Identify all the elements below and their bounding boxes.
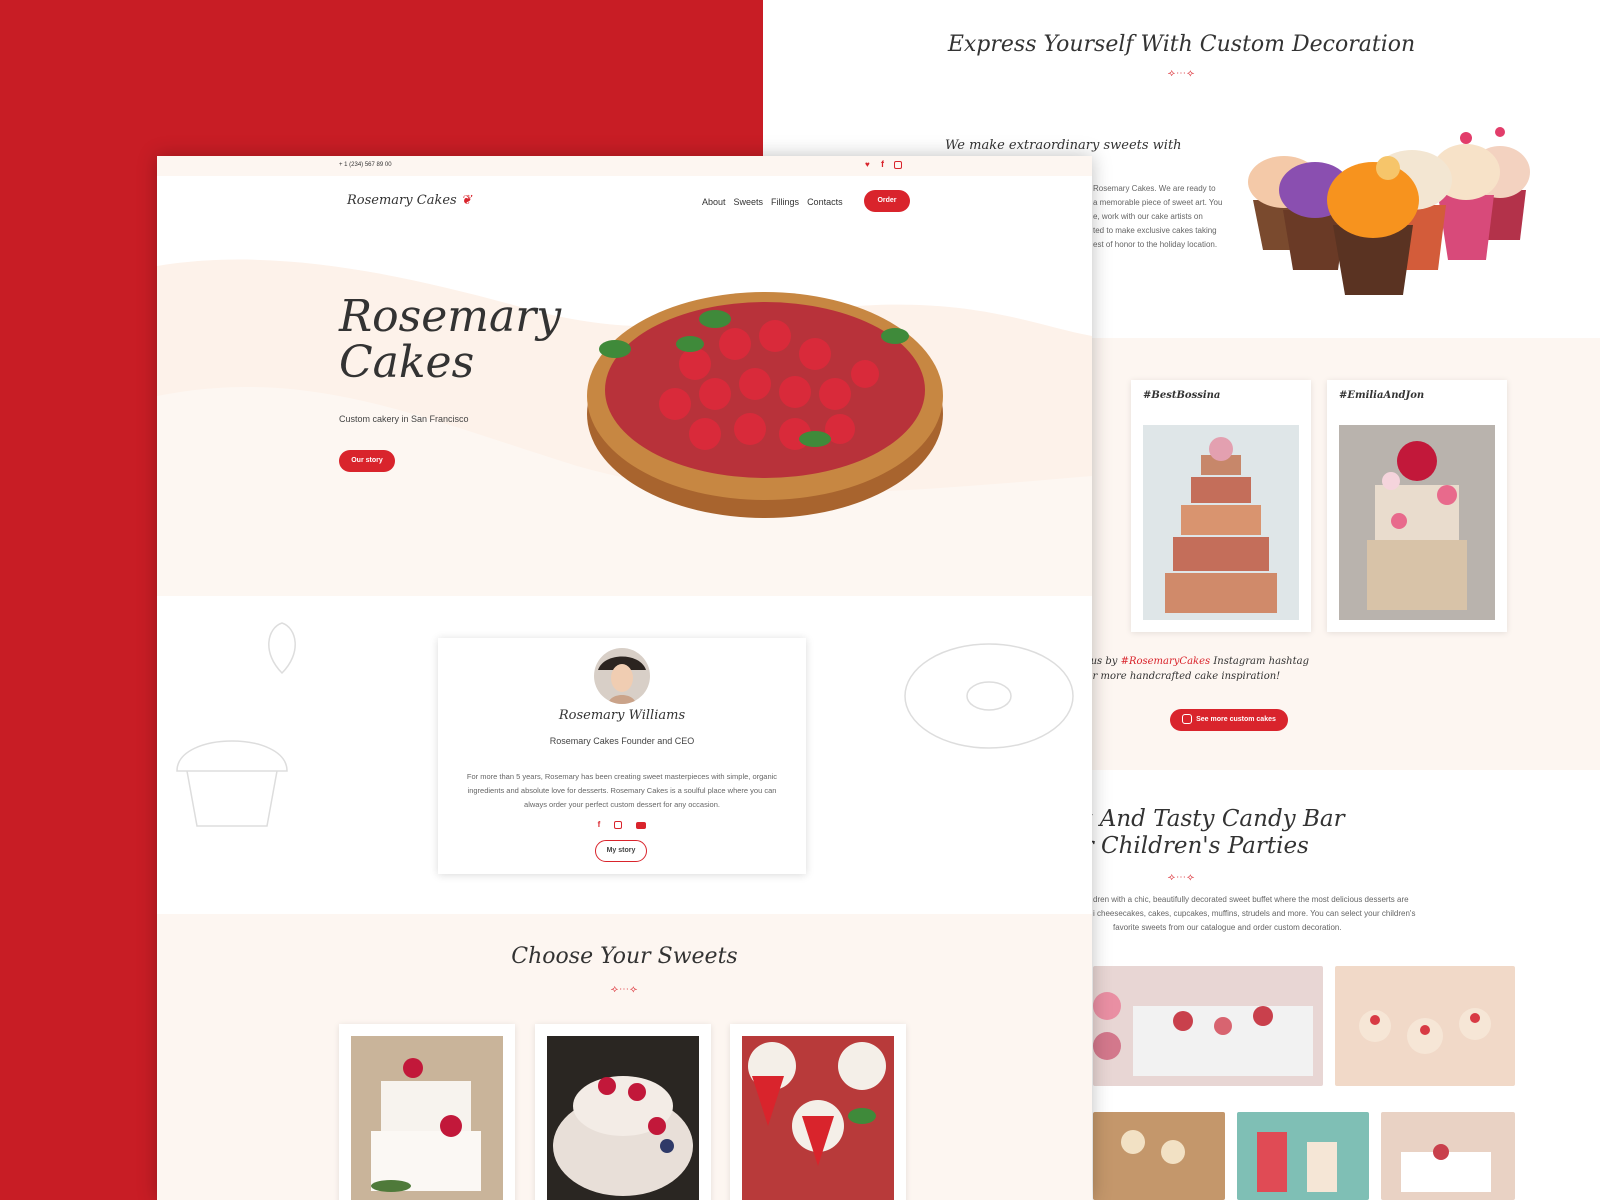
navbar: Rosemary Cakes ❦ About Sweets Fillings C…: [157, 176, 1092, 246]
menu-item-fillings[interactable]: Fillings: [771, 197, 799, 207]
hero-section: Rosemary Cakes Custom cakery in San Fran…: [157, 246, 1092, 596]
founder-social-links: f: [438, 820, 806, 829]
berry-cake-photo: [547, 1036, 699, 1200]
founder-role: Rosemary Cakes Founder and CEO: [549, 736, 695, 746]
instagram-tag: #EmiliaAndJon: [1339, 390, 1425, 401]
instagram-tag: #BestBossina: [1143, 390, 1221, 401]
hero-subtitle: Custom cakery in San Francisco: [339, 414, 469, 424]
decoration-subtitle: We make extraordinary sweets with: [945, 138, 1182, 153]
instagram-icon[interactable]: [894, 161, 902, 169]
candy-buffet-photo: [1093, 966, 1323, 1086]
my-story-button[interactable]: My story: [595, 840, 647, 862]
twitter-icon[interactable]: ♥: [865, 160, 870, 169]
sweet-card[interactable]: [339, 1024, 515, 1200]
sweet-card[interactable]: [730, 1024, 906, 1200]
instagram-card[interactable]: #BestBossina: [1131, 380, 1311, 632]
main-menu: About Sweets Fillings Contacts: [702, 197, 843, 207]
founder-bio: For more than 5 years, Rosemary has been…: [466, 772, 778, 809]
menu-item-contacts[interactable]: Contacts: [807, 197, 843, 207]
donut-sketch-icon: [904, 643, 1074, 749]
cupcake-icon: ❦: [460, 193, 472, 208]
see-more-button[interactable]: See more custom cakes: [1170, 709, 1288, 731]
candy-paragraph: dren with a chic, beautifully decorated …: [1093, 895, 1416, 932]
decoration-paragraph: Rosemary Cakes. We are ready to a memora…: [1093, 184, 1223, 249]
candy-photo: [1237, 1112, 1369, 1200]
decoration-title: Express Yourself With Custom Decoration: [947, 32, 1416, 57]
instagram-icon: [1182, 714, 1193, 725]
naked-cake-photo: [1339, 425, 1495, 620]
white-cake-photo: [351, 1036, 503, 1200]
youtube-icon[interactable]: [636, 822, 647, 829]
berry-tart-image: [587, 292, 943, 518]
hero-title: Rosemary Cakes: [339, 291, 562, 388]
our-story-button[interactable]: Our story: [339, 450, 395, 472]
instagram-card[interactable]: #EmiliaAndJon: [1327, 380, 1507, 632]
strawberry-tartlets-photo: [742, 1036, 894, 1200]
instagram-icon[interactable]: [614, 821, 623, 829]
facebook-icon[interactable]: f: [598, 820, 601, 829]
muffin-sketch-icon: [176, 740, 288, 827]
tiered-cake-photo: [1143, 425, 1299, 620]
hashtag-link[interactable]: #RosemaryCakes: [1121, 656, 1211, 667]
facebook-icon[interactable]: f: [881, 159, 884, 169]
phone-number[interactable]: + 1 (234) 567 89 00: [339, 162, 392, 168]
divider-ornament: ⟢⋯⟣: [1167, 68, 1196, 79]
logo[interactable]: Rosemary Cakes ❦: [347, 193, 472, 208]
candy-photo: [1093, 1112, 1225, 1200]
avatar: [594, 648, 650, 704]
sweets-title: Choose Your Sweets: [511, 944, 738, 969]
founder-card: Rosemary Williams Rosemary Cakes Founder…: [438, 638, 806, 874]
leaf-sketch-icon: [268, 622, 296, 675]
mini-desserts-photo: [1335, 966, 1515, 1086]
founder-name: Rosemary Williams: [558, 708, 686, 723]
sweet-card[interactable]: [535, 1024, 711, 1200]
cupcakes-image: [1248, 127, 1530, 295]
menu-item-sweets[interactable]: Sweets: [734, 197, 764, 207]
top-bar: + 1 (234) 567 89 00 ♥ f: [157, 156, 1092, 176]
sweets-section: Choose Your Sweets ⟢⋯⟣: [157, 914, 1092, 1200]
candy-photo: [1381, 1112, 1515, 1200]
divider-ornament: ⟢⋯⟣: [610, 984, 639, 995]
order-button[interactable]: Order: [864, 190, 910, 212]
front-page-preview: + 1 (234) 567 89 00 ♥ f Rosemary Cakes ❦…: [157, 156, 1092, 1200]
menu-item-about[interactable]: About: [702, 197, 726, 207]
